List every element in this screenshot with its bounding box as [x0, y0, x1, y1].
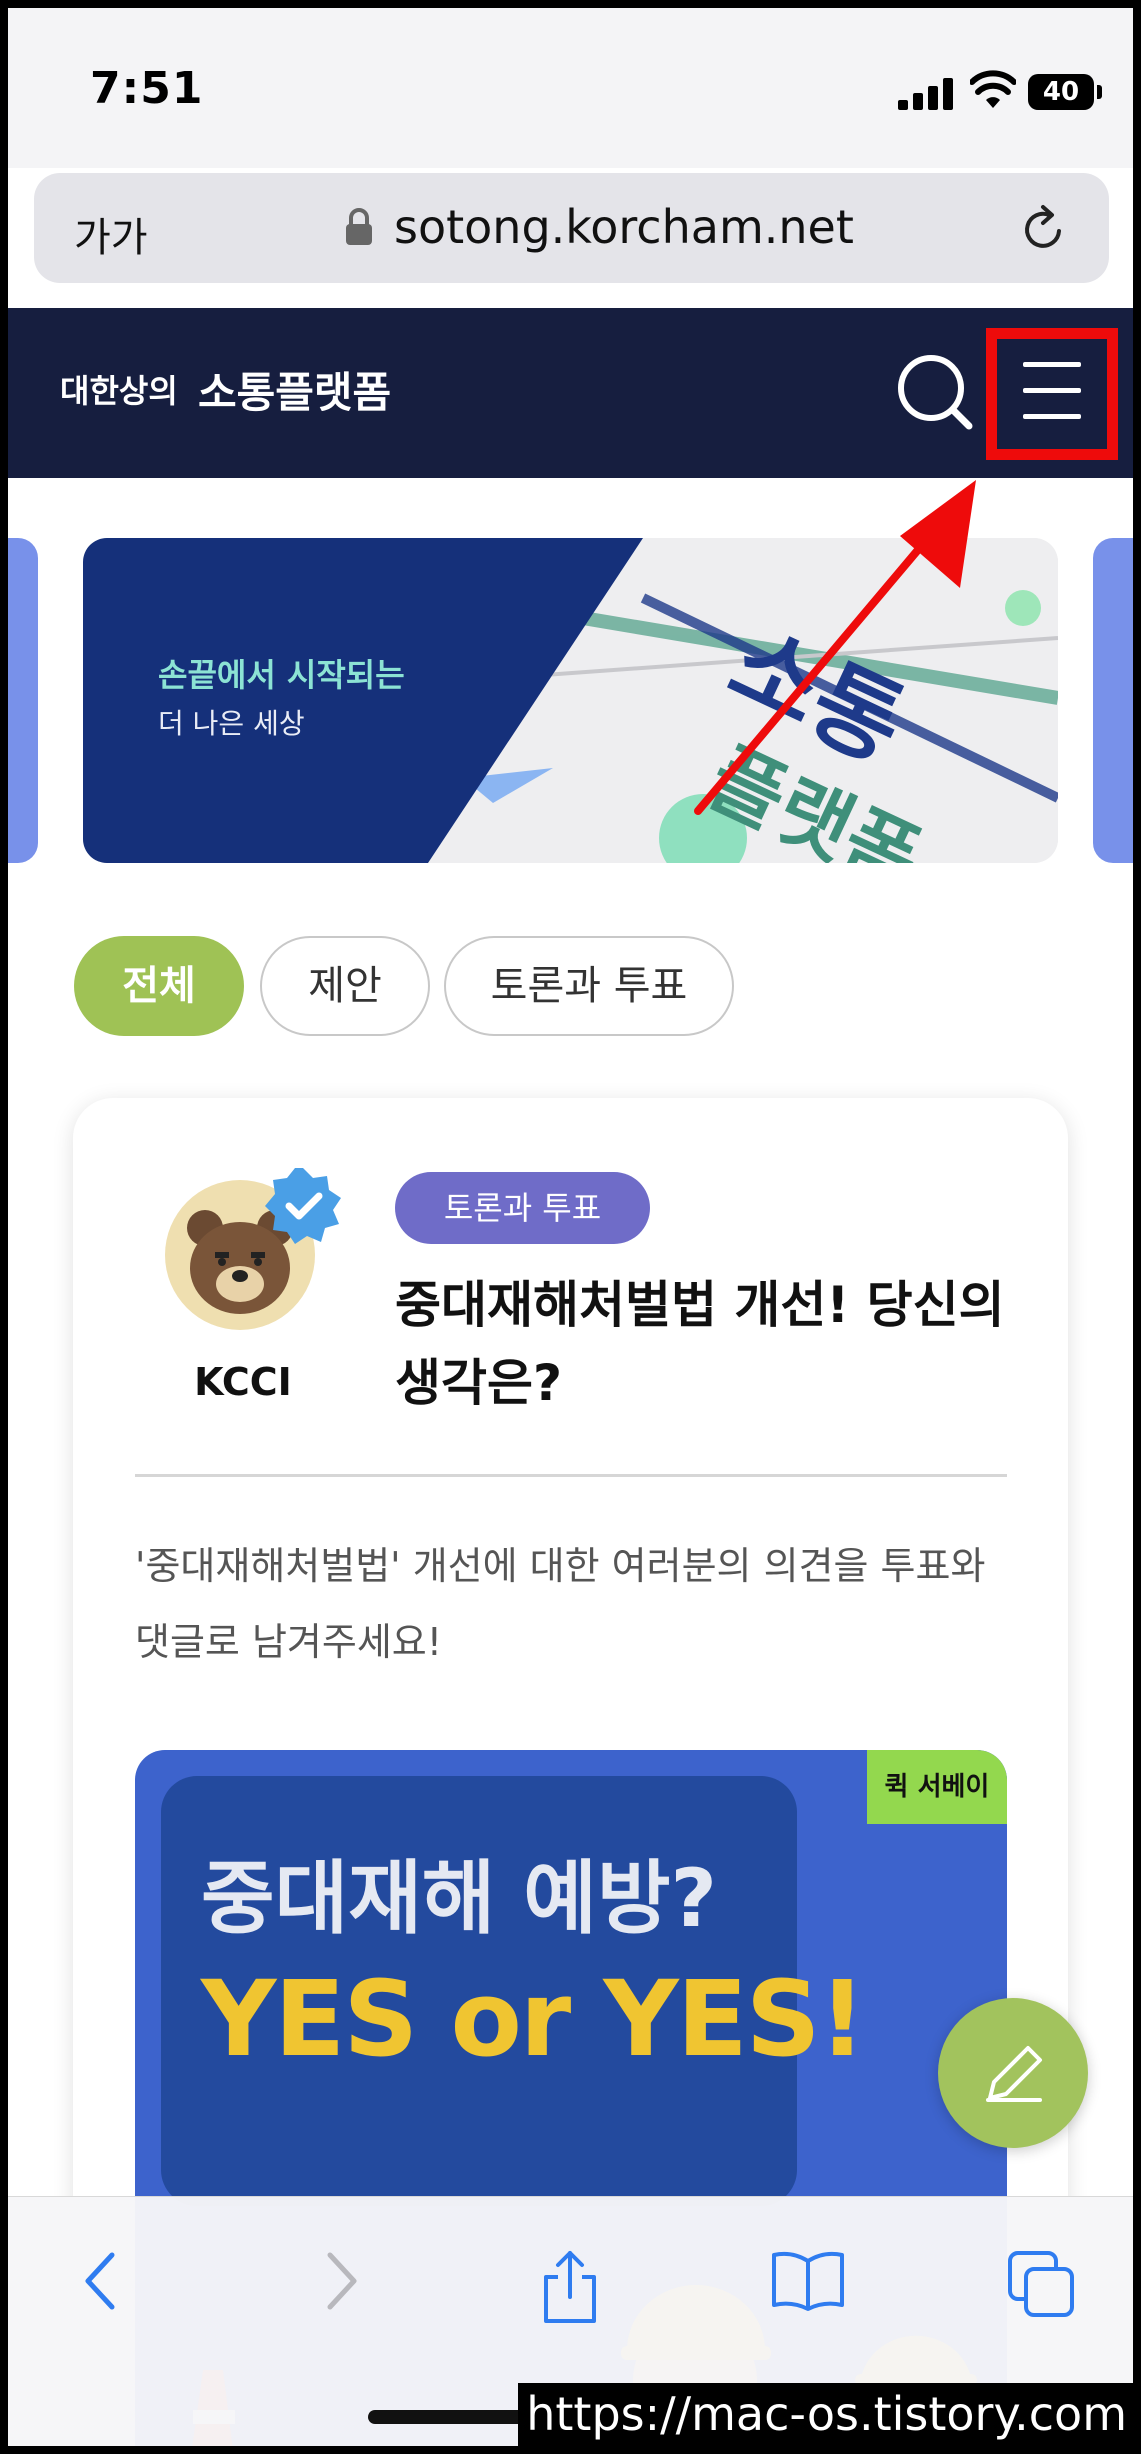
watermark-text: https://mac-os.tistory.com	[518, 2383, 1133, 2446]
phone-screen: 7:51 40 가가 sotong.korcham.net 대한상의 소통플랫폼…	[8, 8, 1133, 2446]
annotation-arrow	[694, 480, 976, 815]
